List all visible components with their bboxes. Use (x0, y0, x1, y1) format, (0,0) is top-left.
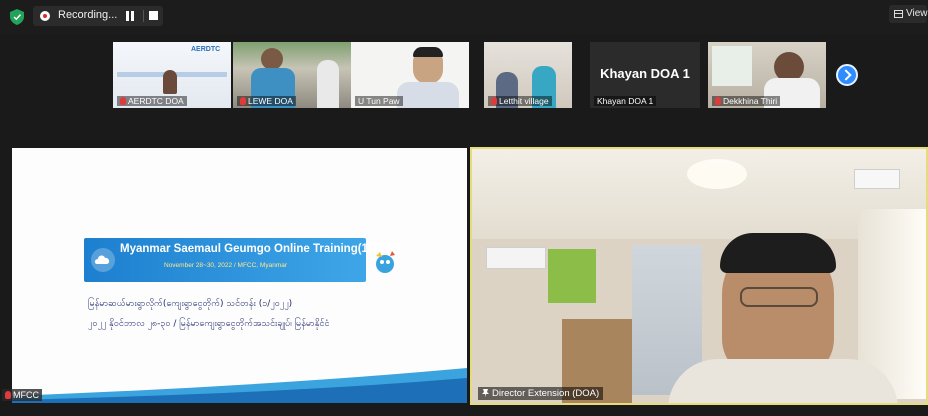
speaker-hair (720, 233, 836, 273)
participant-name: LEWE DOA (248, 96, 293, 106)
meeting-top-bar: Recording... View (0, 0, 928, 34)
participant-name: Letthit village (499, 96, 549, 106)
person-silhouette-2 (317, 60, 339, 108)
slide-swoosh-decoration (12, 368, 467, 403)
recording-dot-icon (40, 11, 50, 21)
participant-tile-khayan[interactable]: Khayan DOA 1 Khayan DOA 1 (590, 42, 700, 108)
slide-banner: Myanmar Saemaul Geumgo Online Training(1… (84, 238, 401, 282)
participant-label: Khayan DOA 1 (594, 96, 657, 106)
pin-icon (482, 389, 489, 397)
participant-tile-letthit[interactable]: Letthit village (484, 42, 572, 108)
speaker-shirt (668, 359, 898, 403)
speaker-name: Director Extension (DOA) (492, 388, 600, 399)
person-silhouette (261, 48, 283, 70)
speaker-label: Director Extension (DOA) (478, 387, 604, 400)
participant-name: AERDTC DOA (128, 96, 184, 106)
participant-tile-dekkhina[interactable]: Dekkhina Thiri (708, 42, 826, 108)
window-panel (712, 46, 752, 86)
participant-label: AERDTC DOA (117, 96, 187, 106)
slide-subtitle: November 28~30, 2022 / MFCC, Myanmar (164, 262, 288, 269)
person-silhouette (163, 70, 177, 94)
aerdtc-logo-text: AERDTC (191, 46, 221, 53)
participant-label: Letthit village (488, 96, 552, 106)
pause-recording-button[interactable] (125, 11, 135, 21)
mic-muted-icon (715, 97, 721, 105)
view-label: View (906, 8, 928, 19)
person-hair (413, 47, 443, 57)
recording-indicator: Recording... (33, 6, 163, 26)
slide-myanmar-line-2: ၂၀၂၂ နိုဝင်ဘာလ ၂၈-၃၀ / မြန်မာကျေးရွာငွေတ… (88, 319, 330, 329)
participant-tile-aerdtc[interactable]: AERDTC AERDTC DOA (113, 42, 231, 108)
person-body (397, 82, 459, 108)
cloud-logo-icon (91, 248, 115, 272)
stop-recording-button[interactable] (149, 11, 158, 20)
view-button[interactable]: View (889, 5, 928, 23)
mic-muted-icon (491, 97, 497, 105)
recording-divider (143, 10, 144, 22)
slide-myanmar-line-1: မြန်မာဆယ်မားရွာလိုက်(ကျေးရွာငွေတိုက်) သင… (88, 299, 293, 309)
participant-label: U Tun Paw (355, 96, 403, 106)
presenter-label: MFCC (2, 389, 42, 401)
air-conditioner-right (854, 169, 900, 189)
green-chart-poster (548, 249, 596, 303)
mic-muted-icon (120, 97, 126, 105)
active-speaker-video[interactable]: Director Extension (DOA) (470, 147, 928, 405)
mic-muted-icon (240, 97, 246, 105)
mascot-icon (376, 251, 395, 273)
slide-title: Myanmar Saemaul Geumgo Online Training(1… (120, 243, 401, 255)
recording-label: Recording... (58, 9, 118, 21)
participant-name: U Tun Paw (358, 96, 400, 106)
participant-name: Dekkhina Thiri (723, 96, 778, 106)
participant-tile-lewe[interactable]: LEWE DOA (233, 42, 351, 108)
participant-label: Dekkhina Thiri (712, 96, 781, 106)
mic-muted-icon (5, 391, 11, 399)
participant-name: Khayan DOA 1 (597, 96, 654, 106)
participant-name-large: Khayan DOA 1 (600, 66, 690, 81)
view-grid-icon (894, 10, 903, 18)
ceiling-light (687, 159, 747, 189)
shared-screen-slide: Myanmar Saemaul Geumgo Online Training(1… (12, 148, 467, 403)
speaker-glasses (740, 287, 818, 307)
participant-label: LEWE DOA (237, 96, 296, 106)
next-participants-chevron-icon[interactable] (836, 64, 858, 86)
security-shield-icon[interactable] (10, 9, 24, 25)
presenter-name: MFCC (13, 390, 39, 400)
air-conditioner (486, 247, 546, 269)
participant-tile-u-tun-paw[interactable]: U Tun Paw (351, 42, 469, 108)
